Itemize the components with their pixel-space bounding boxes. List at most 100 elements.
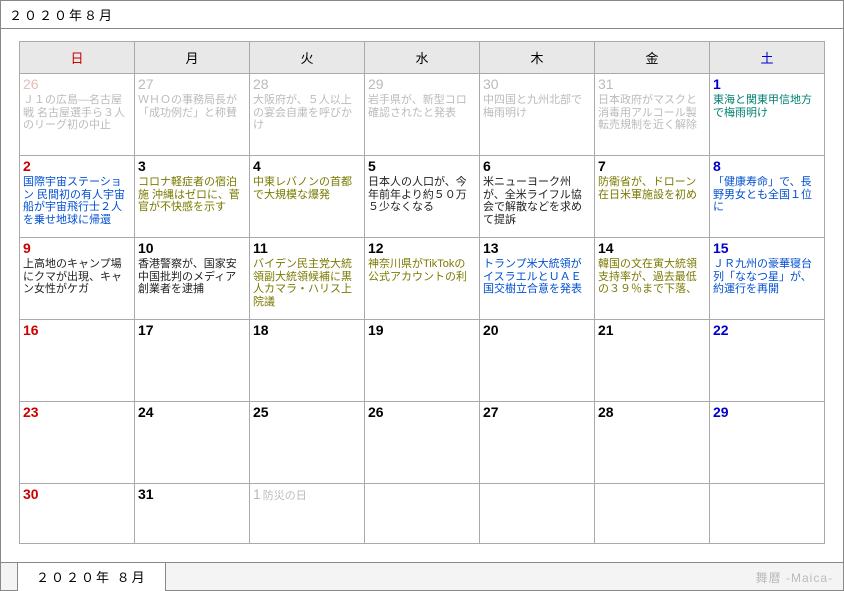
calendar-cell[interactable]: 16 (20, 320, 135, 402)
calendar-cell[interactable]: 10 香港警察が、国家安 中国批判のメディア創業者を逮捕 (135, 238, 250, 320)
calendar-cell[interactable]: 27 (480, 402, 595, 484)
day-number: 20 (483, 322, 591, 338)
events-list: Ｊ１の広島―名古屋戦 名古屋選手ら３人のリーグ初の中止 (23, 94, 131, 132)
day-number: 9 (23, 240, 131, 256)
calendar-cell[interactable]: 13 トランプ米大統領がイスラエルとＵＡＥ国交樹立合意を発表 (480, 238, 595, 320)
calendar-cell[interactable]: 1防災の日 (250, 484, 365, 544)
dow-header: 月 (135, 42, 250, 74)
calendar-cell[interactable]: 28 (595, 402, 710, 484)
events-list: 中四国と九州北部で梅雨明け (483, 94, 591, 119)
calendar-cell[interactable]: 30 (20, 484, 135, 544)
event-item[interactable]: 韓国の文在寅大統領支持率が、過去最低の３９％まで下落、 (598, 258, 706, 296)
calendar-cell[interactable]: 8 「健康寿命」で、長野男女とも全国１位に (710, 156, 825, 238)
event-item[interactable]: ＷＨＯの事務局長が「成功例だ」と称賛 (138, 94, 246, 119)
day-number: 26 (368, 404, 476, 420)
calendar-cell[interactable]: 14韓国の文在寅大統領支持率が、過去最低の３９％まで下落、 (595, 238, 710, 320)
calendar-cell[interactable]: 7 防衛省が、ドローン在日米軍施設を初め (595, 156, 710, 238)
calendar-cell[interactable]: 11 バイデン民主党大統領副大統領候補に黒人カマラ・ハリス上院議 (250, 238, 365, 320)
day-number: 7 (598, 158, 706, 174)
calendar-cell[interactable] (480, 484, 595, 544)
day-number: 6 (483, 158, 591, 174)
calendar-cell[interactable]: 5 日本人の人口が、今年前年より約５０万５少なくなる (365, 156, 480, 238)
calendar-cell[interactable]: 29岩手県が、新型コロ確認されたと発表 (365, 74, 480, 156)
day-number: 8 (713, 158, 821, 174)
event-item[interactable]: 神奈川県がTikTokの公式アカウントの利 (368, 258, 476, 283)
event-item[interactable]: 防衛省が、ドローン在日米軍施設を初め (598, 176, 706, 201)
events-list: 香港警察が、国家安 中国批判のメディア創業者を逮捕 (138, 258, 246, 296)
calendar-container: 日月火水木金土 26Ｊ１の広島―名古屋戦 名古屋選手ら３人のリーグ初の中止27Ｗ… (1, 29, 843, 544)
day-number: 10 (138, 240, 246, 256)
calendar-cell[interactable]: 17 (135, 320, 250, 402)
calendar-cell[interactable]: 25 (250, 402, 365, 484)
calendar-cell[interactable]: 29 (710, 402, 825, 484)
calendar-cell[interactable]: 12 神奈川県がTikTokの公式アカウントの利 (365, 238, 480, 320)
events-list: コロナ軽症者の宿泊施 沖縄はゼロに、菅官が不快感を示す (138, 176, 246, 214)
month-tab[interactable]: ２０２０年 ８月 (17, 562, 166, 591)
calendar-cell[interactable]: 24 (135, 402, 250, 484)
day-number: 12 (368, 240, 476, 256)
event-item[interactable]: Ｊ１の広島―名古屋戦 名古屋選手ら３人のリーグ初の中止 (23, 94, 131, 132)
calendar-cell[interactable] (595, 484, 710, 544)
day-number: 31 (598, 76, 706, 92)
day-number: 16 (23, 322, 131, 338)
calendar-cell[interactable]: 15ＪＲ九州の豪華寝台列「ななつ星」が、約運行を再開 (710, 238, 825, 320)
events-list: 大阪府が、５人以上の宴会自粛を呼びかけ (253, 94, 361, 132)
event-item[interactable]: 岩手県が、新型コロ確認されたと発表 (368, 94, 476, 119)
event-item[interactable]: 米ニューヨーク州が、全米ライフル協会で解散などを求めて提訴 (483, 176, 591, 227)
events-list: トランプ米大統領がイスラエルとＵＡＥ国交樹立合意を発表 (483, 258, 591, 296)
events-list: 「健康寿命」で、長野男女とも全国１位に (713, 176, 821, 214)
calendar-cell[interactable]: 28大阪府が、５人以上の宴会自粛を呼びかけ (250, 74, 365, 156)
dow-header: 日 (20, 42, 135, 74)
calendar-cell[interactable]: 9 上高地のキャンプ場にクマが出現、キャン女性がケガ (20, 238, 135, 320)
day-number: 18 (253, 322, 361, 338)
calendar-cell[interactable]: 30中四国と九州北部で梅雨明け (480, 74, 595, 156)
event-item[interactable]: 日本人の人口が、今年前年より約５０万５少なくなる (368, 176, 476, 214)
calendar-cell[interactable]: 2国際宇宙ステーション 民間初の有人宇宙船が宇宙飛行士２人を乗せ地球に帰還 (20, 156, 135, 238)
day-number: 23 (23, 404, 131, 420)
calendar-cell[interactable]: 19 (365, 320, 480, 402)
event-item[interactable]: 中東レバノンの首都で大規模な爆発 (253, 176, 361, 201)
events-list: ＪＲ九州の豪華寝台列「ななつ星」が、約運行を再開 (713, 258, 821, 296)
day-number: 13 (483, 240, 591, 256)
window-title: ２０２０年８月 (1, 1, 843, 29)
calendar-cell[interactable]: 23 (20, 402, 135, 484)
calendar-grid: 日月火水木金土 26Ｊ１の広島―名古屋戦 名古屋選手ら３人のリーグ初の中止27Ｗ… (19, 41, 825, 544)
calendar-cell[interactable] (710, 484, 825, 544)
calendar-cell[interactable]: 6 米ニューヨーク州が、全米ライフル協会で解散などを求めて提訴 (480, 156, 595, 238)
day-number: 5 (368, 158, 476, 174)
event-item[interactable]: 上高地のキャンプ場にクマが出現、キャン女性がケガ (23, 258, 131, 296)
event-item[interactable]: コロナ軽症者の宿泊施 沖縄はゼロに、菅官が不快感を示す (138, 176, 246, 214)
day-number: 1防災の日 (253, 486, 361, 503)
calendar-cell[interactable]: 26Ｊ１の広島―名古屋戦 名古屋選手ら３人のリーグ初の中止 (20, 74, 135, 156)
day-number: 27 (483, 404, 591, 420)
dow-header: 水 (365, 42, 480, 74)
event-item[interactable]: トランプ米大統領がイスラエルとＵＡＥ国交樹立合意を発表 (483, 258, 591, 296)
calendar-cell[interactable]: 22 (710, 320, 825, 402)
event-item[interactable]: 国際宇宙ステーション 民間初の有人宇宙船が宇宙飛行士２人を乗せ地球に帰還 (23, 176, 131, 227)
day-number: 17 (138, 322, 246, 338)
event-item[interactable]: 香港警察が、国家安 中国批判のメディア創業者を逮捕 (138, 258, 246, 296)
calendar-cell[interactable]: 27 ＷＨＯの事務局長が「成功例だ」と称賛 (135, 74, 250, 156)
day-number: 3 (138, 158, 246, 174)
event-item[interactable]: 大阪府が、５人以上の宴会自粛を呼びかけ (253, 94, 361, 132)
calendar-cell[interactable]: 26 (365, 402, 480, 484)
event-item[interactable]: 中四国と九州北部で梅雨明け (483, 94, 591, 119)
calendar-cell[interactable]: 31 (135, 484, 250, 544)
day-number: 11 (253, 240, 361, 256)
calendar-cell[interactable] (365, 484, 480, 544)
calendar-cell[interactable]: 21 (595, 320, 710, 402)
events-list: バイデン民主党大統領副大統領候補に黒人カマラ・ハリス上院議 (253, 258, 361, 309)
calendar-cell[interactable]: 4中東レバノンの首都で大規模な爆発 (250, 156, 365, 238)
day-number: 27 (138, 76, 246, 92)
calendar-cell[interactable]: 31 日本政府がマスクと消毒用アルコール製転売規制を近く解除 (595, 74, 710, 156)
calendar-cell[interactable]: 3 コロナ軽症者の宿泊施 沖縄はゼロに、菅官が不快感を示す (135, 156, 250, 238)
event-item[interactable]: ＪＲ九州の豪華寝台列「ななつ星」が、約運行を再開 (713, 258, 821, 296)
event-item[interactable]: 日本政府がマスクと消毒用アルコール製転売規制を近く解除 (598, 94, 706, 132)
calendar-cell[interactable]: 1東海と関東甲信地方で梅雨明け (710, 74, 825, 156)
event-item[interactable]: 東海と関東甲信地方で梅雨明け (713, 94, 821, 119)
event-item[interactable]: バイデン民主党大統領副大統領候補に黒人カマラ・ハリス上院議 (253, 258, 361, 309)
event-item[interactable]: 「健康寿命」で、長野男女とも全国１位に (713, 176, 821, 214)
calendar-cell[interactable]: 18 (250, 320, 365, 402)
dow-header: 木 (480, 42, 595, 74)
calendar-cell[interactable]: 20 (480, 320, 595, 402)
